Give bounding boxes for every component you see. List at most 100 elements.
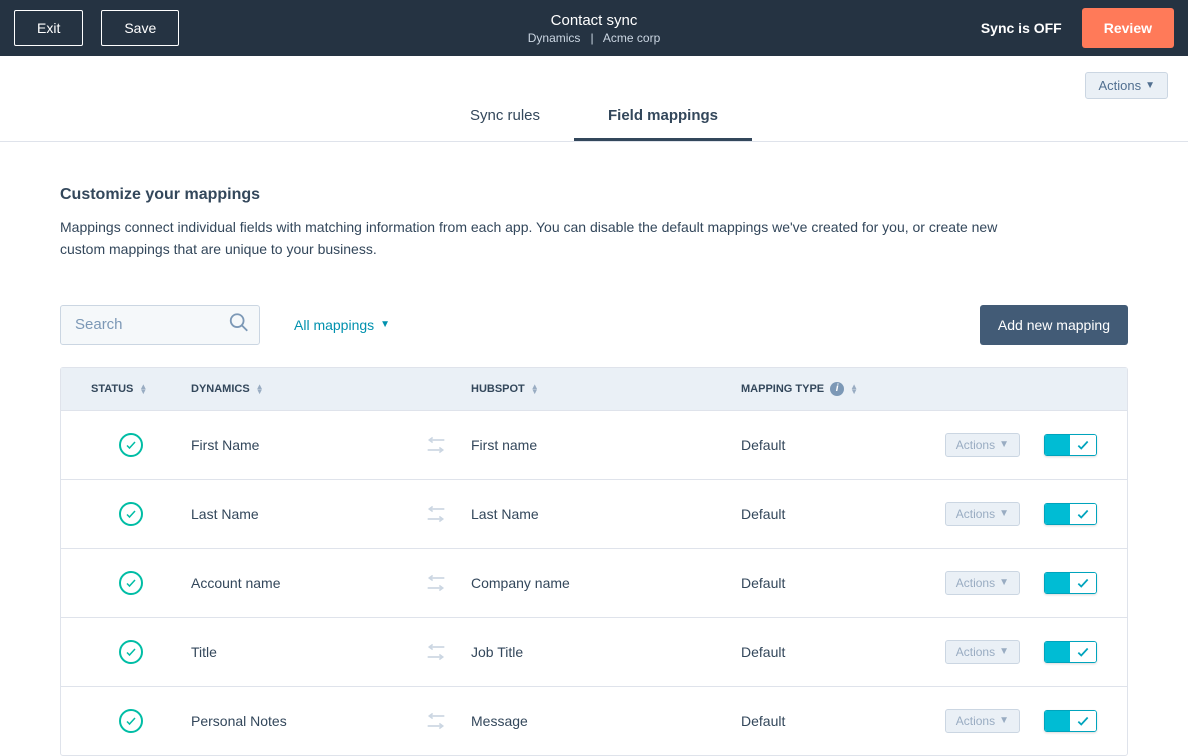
cell-status (91, 640, 191, 664)
toggle-thumb (1070, 504, 1096, 524)
toggle-track (1045, 573, 1070, 593)
cell-dynamics: First Name (191, 437, 401, 453)
tab-field-mappings[interactable]: Field mappings (574, 93, 752, 141)
column-dynamics[interactable]: DYNAMICS ▲▼ (191, 383, 471, 395)
column-mapping-type[interactable]: MAPPING TYPE i ▲▼ (741, 382, 1097, 396)
check-icon (1076, 645, 1090, 659)
cell-actions: Actions ▼ (891, 709, 1097, 733)
toggle-track (1045, 711, 1070, 731)
caret-down-icon: ▼ (999, 715, 1009, 726)
table-row: Account name Company name Default Action… (61, 549, 1127, 618)
row-actions-label: Actions (956, 714, 995, 728)
cell-dynamics: Account name (191, 575, 401, 591)
top-actions-button[interactable]: Actions ▼ (1085, 72, 1168, 99)
filter-dropdown[interactable]: All mappings ▼ (294, 317, 390, 333)
toggle-thumb (1070, 711, 1096, 731)
cell-status (91, 709, 191, 733)
cell-direction (401, 643, 471, 661)
row-actions-button[interactable]: Actions ▼ (945, 502, 1020, 526)
enable-mapping-toggle[interactable] (1044, 572, 1097, 594)
table-body: First Name First name Default Actions ▼ (61, 411, 1127, 755)
toggle-thumb (1070, 435, 1096, 455)
status-check-icon (119, 433, 143, 457)
table-row: Title Job Title Default Actions ▼ (61, 618, 1127, 687)
add-mapping-button[interactable]: Add new mapping (980, 305, 1128, 345)
top-bar: Exit Save Contact sync Dynamics | Acme c… (0, 0, 1188, 56)
cell-mapping-type: Default (741, 644, 891, 660)
caret-down-icon: ▼ (380, 319, 390, 330)
subtitle-app-left: Dynamics (528, 31, 581, 45)
row-actions-label: Actions (956, 507, 995, 521)
bidirectional-icon (426, 505, 446, 523)
mappings-table: STATUS ▲▼ DYNAMICS ▲▼ HUBSPOT ▲▼ MAPPING… (60, 367, 1128, 756)
cell-mapping-type: Default (741, 437, 891, 453)
status-check-icon (119, 571, 143, 595)
status-check-icon (119, 709, 143, 733)
table-header: STATUS ▲▼ DYNAMICS ▲▼ HUBSPOT ▲▼ MAPPING… (61, 368, 1127, 411)
cell-mapping-type: Default (741, 506, 891, 522)
row-actions-label: Actions (956, 438, 995, 452)
bidirectional-icon (426, 436, 446, 454)
cell-dynamics: Last Name (191, 506, 401, 522)
row-actions-button[interactable]: Actions ▼ (945, 709, 1020, 733)
cell-status (91, 433, 191, 457)
column-status-label: STATUS (91, 383, 133, 395)
content: Customize your mappings Mappings connect… (0, 186, 1188, 756)
topbar-right: Sync is OFF Review (981, 8, 1174, 48)
column-hubspot[interactable]: HUBSPOT ▲▼ (471, 383, 741, 395)
cell-hubspot: Last Name (471, 506, 741, 522)
cell-mapping-type: Default (741, 575, 891, 591)
row-actions-button[interactable]: Actions ▼ (945, 640, 1020, 664)
info-icon[interactable]: i (830, 382, 844, 396)
enable-mapping-toggle[interactable] (1044, 503, 1097, 525)
cell-actions: Actions ▼ (891, 433, 1097, 457)
toggle-thumb (1070, 642, 1096, 662)
cell-hubspot: Job Title (471, 644, 741, 660)
row-actions-button[interactable]: Actions ▼ (945, 571, 1020, 595)
cell-direction (401, 436, 471, 454)
row-actions-label: Actions (956, 576, 995, 590)
check-icon (1076, 438, 1090, 452)
row-actions-button[interactable]: Actions ▼ (945, 433, 1020, 457)
save-button[interactable]: Save (101, 10, 179, 46)
column-mapping-type-label: MAPPING TYPE (741, 383, 824, 395)
cell-direction (401, 505, 471, 523)
caret-down-icon: ▼ (999, 508, 1009, 519)
bidirectional-icon (426, 643, 446, 661)
section-description: Mappings connect individual fields with … (60, 216, 1000, 261)
cell-dynamics: Personal Notes (191, 713, 401, 729)
caret-down-icon: ▼ (1145, 80, 1155, 91)
filter-label: All mappings (294, 317, 374, 333)
sort-icon: ▲▼ (139, 384, 147, 394)
sort-icon: ▲▼ (850, 384, 858, 394)
toggle-track (1045, 642, 1070, 662)
caret-down-icon: ▼ (999, 577, 1009, 588)
sync-status-label: Sync is OFF (981, 20, 1062, 36)
bidirectional-icon (426, 712, 446, 730)
exit-button[interactable]: Exit (14, 10, 83, 46)
search-box (60, 305, 260, 345)
status-check-icon (119, 502, 143, 526)
enable-mapping-toggle[interactable] (1044, 710, 1097, 732)
cell-mapping-type: Default (741, 713, 891, 729)
enable-mapping-toggle[interactable] (1044, 434, 1097, 456)
cell-direction (401, 574, 471, 592)
cell-hubspot: Company name (471, 575, 741, 591)
subtitle-separator (584, 31, 591, 45)
top-actions-label: Actions (1098, 78, 1141, 93)
check-icon (1076, 714, 1090, 728)
column-dynamics-label: DYNAMICS (191, 383, 250, 395)
search-icon (228, 311, 250, 338)
cell-status (91, 502, 191, 526)
review-button[interactable]: Review (1082, 8, 1174, 48)
cell-dynamics: Title (191, 644, 401, 660)
table-row: First Name First name Default Actions ▼ (61, 411, 1127, 480)
column-status[interactable]: STATUS ▲▼ (91, 383, 191, 395)
toggle-track (1045, 435, 1070, 455)
enable-mapping-toggle[interactable] (1044, 641, 1097, 663)
status-check-icon (119, 640, 143, 664)
cell-actions: Actions ▼ (891, 502, 1097, 526)
topbar-center: Contact sync Dynamics | Acme corp (528, 12, 661, 45)
check-icon (1076, 576, 1090, 590)
tab-sync-rules[interactable]: Sync rules (436, 93, 574, 141)
